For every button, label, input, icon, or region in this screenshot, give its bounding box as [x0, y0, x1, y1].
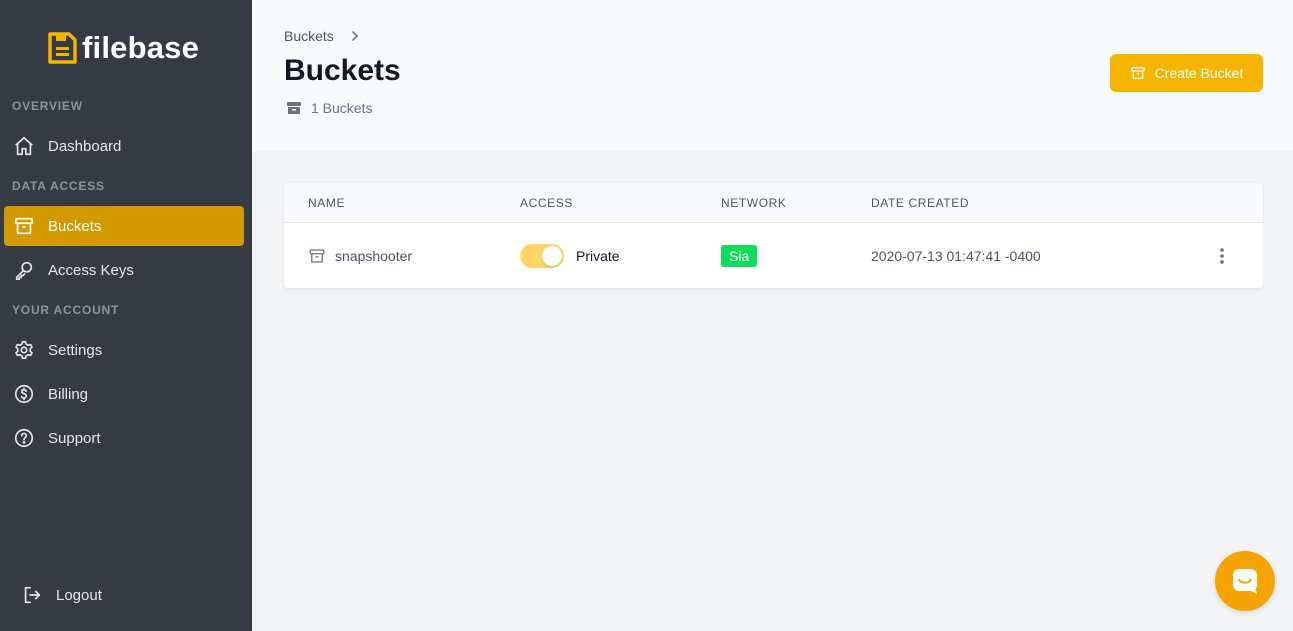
date-created-cell: 2020-07-13 01:47:41 -0400	[871, 248, 1041, 264]
sidebar-item-label: Access Keys	[48, 261, 134, 279]
logout-label: Logout	[56, 586, 102, 604]
toggle-knob	[542, 246, 562, 266]
section-label-your-account: YOUR ACCOUNT	[12, 303, 120, 317]
filebase-logo[interactable]: filebase	[46, 30, 199, 66]
row-actions-menu[interactable]	[1210, 244, 1234, 268]
create-bucket-button[interactable]: Create Bucket	[1110, 54, 1263, 92]
column-header-network[interactable]: NETWORK	[721, 196, 787, 210]
question-circle-icon	[12, 426, 36, 450]
chevron-right-icon	[350, 30, 360, 42]
table-header: NAME ACCESS NETWORK DATE CREATED	[284, 183, 1263, 223]
network-cell: Sia	[721, 224, 758, 288]
column-header-name[interactable]: NAME	[308, 196, 345, 210]
access-cell: Private	[520, 224, 620, 288]
bucket-count: 1 Buckets	[286, 100, 372, 116]
dollar-circle-icon	[12, 382, 36, 406]
sidebar-item-settings[interactable]: Settings	[4, 330, 244, 370]
home-icon	[12, 134, 36, 158]
page-header: Buckets Buckets 1 Buckets Create Bucket	[252, 0, 1293, 151]
sidebar-item-access-keys[interactable]: Access Keys	[4, 250, 244, 290]
column-header-access[interactable]: ACCESS	[520, 196, 573, 210]
access-toggle[interactable]	[520, 244, 564, 268]
buckets-table: NAME ACCESS NETWORK DATE CREATED snapsho…	[284, 183, 1263, 288]
section-label-data-access: DATA ACCESS	[12, 179, 105, 193]
logo-icon	[48, 32, 77, 64]
sidebar-item-label: Billing	[48, 385, 89, 403]
sidebar-item-label: Support	[48, 429, 101, 447]
archive-icon	[1130, 67, 1145, 79]
section-label-overview: OVERVIEW	[12, 99, 83, 113]
column-header-date-created[interactable]: DATE CREATED	[871, 196, 969, 210]
logout-icon	[20, 583, 44, 607]
sidebar-item-label: Buckets	[48, 217, 102, 235]
kebab-menu-icon	[1220, 248, 1224, 264]
chat-icon	[1233, 569, 1257, 594]
sidebar-item-label: Dashboard	[48, 137, 122, 155]
key-icon	[12, 258, 36, 282]
archive-icon	[309, 249, 325, 263]
page-title: Buckets	[284, 54, 401, 87]
breadcrumb: Buckets	[284, 28, 360, 44]
table-row[interactable]: snapshooter Private Sia 2020-07-13 01:47…	[284, 224, 1263, 288]
network-badge: Sia	[721, 245, 758, 267]
logo-text: filebase	[82, 30, 200, 65]
archive-icon	[287, 102, 301, 114]
create-bucket-label: Create Bucket	[1154, 65, 1244, 81]
access-label: Private	[576, 248, 620, 264]
sidebar: filebase OVERVIEW Dashboard DATA ACCESS …	[0, 0, 252, 631]
archive-icon	[12, 214, 36, 238]
sidebar-item-label: Settings	[48, 341, 103, 359]
sidebar-item-support[interactable]: Support	[4, 418, 244, 458]
bucket-name-cell[interactable]: snapshooter	[308, 224, 412, 288]
sidebar-item-buckets[interactable]: Buckets	[4, 206, 244, 246]
bucket-name[interactable]: snapshooter	[335, 248, 412, 264]
breadcrumb-item-buckets[interactable]: Buckets	[284, 28, 334, 44]
chat-launcher-button[interactable]	[1215, 551, 1275, 611]
gear-icon	[12, 338, 36, 362]
bucket-count-text: 1 Buckets	[311, 100, 373, 116]
logout-button[interactable]: Logout	[12, 575, 252, 615]
sidebar-item-billing[interactable]: Billing	[4, 374, 244, 414]
sidebar-item-dashboard[interactable]: Dashboard	[4, 126, 244, 166]
